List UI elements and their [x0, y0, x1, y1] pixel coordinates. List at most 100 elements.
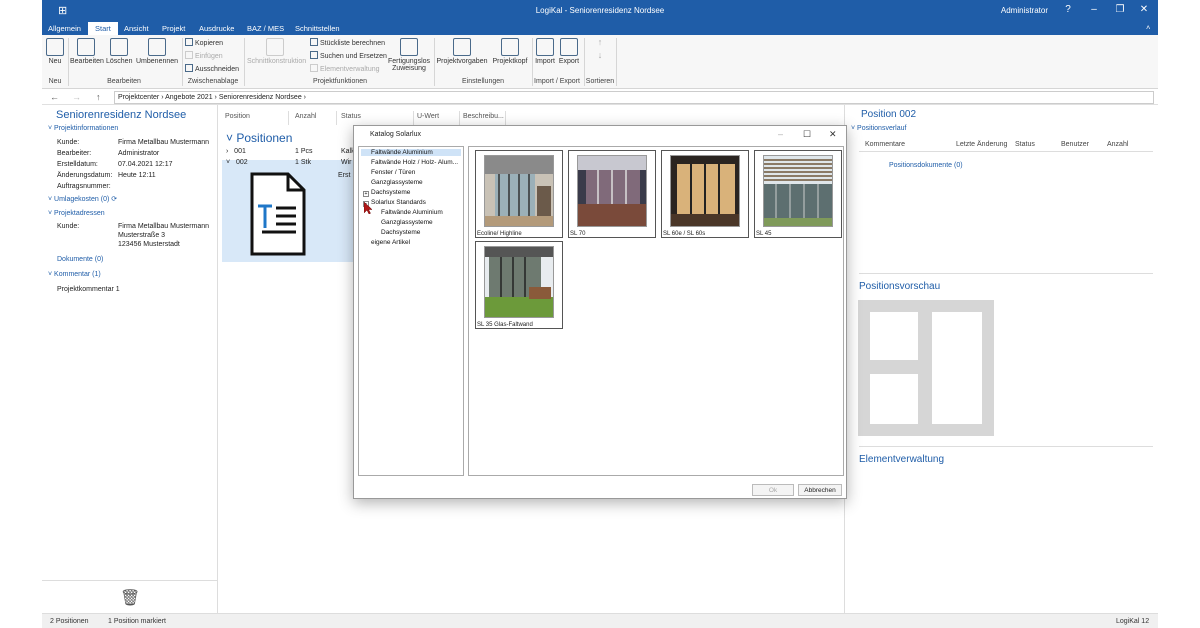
col-anzahl[interactable]: Anzahl	[295, 113, 316, 120]
import-button[interactable]: Import	[534, 38, 556, 65]
elementverwaltung-button[interactable]: Elementverwaltung	[310, 64, 380, 73]
section-projektinformationen[interactable]: ˅ Projektinformationen	[48, 125, 118, 132]
col-position[interactable]: Position	[225, 113, 250, 120]
help-button[interactable]: ?	[1060, 4, 1076, 15]
projektkopf-button[interactable]: Projektkopf	[490, 38, 530, 65]
section-projektadressen[interactable]: ˅ Projektadressen	[48, 210, 105, 217]
tree-item[interactable]: Faltwände Aluminium	[381, 209, 443, 216]
tree-item[interactable]: eigene Artikel	[371, 239, 410, 246]
tree-item[interactable]: + Dachsysteme	[363, 189, 410, 197]
tree-item[interactable]: −Solarlux Standards	[363, 199, 426, 207]
positionsdokumente-link[interactable]: Positionsdokumente (0)	[889, 162, 963, 169]
tab-ansicht[interactable]: Ansicht	[124, 24, 149, 33]
tree-item[interactable]: Faltwände Aluminium	[361, 149, 461, 156]
tree-item[interactable]: Fenster / Türen	[371, 169, 415, 176]
col-status[interactable]: Status	[341, 113, 361, 120]
tab-projekt[interactable]: Projekt	[162, 24, 185, 33]
umbenennen-button[interactable]: Umbenennen	[136, 38, 178, 65]
divider	[616, 38, 617, 86]
field-value: Heute 12:11	[118, 172, 156, 179]
user-name[interactable]: Administrator	[1001, 6, 1048, 15]
trash-icon[interactable]: 🗑	[120, 588, 140, 608]
tab-start[interactable]: Start	[88, 22, 118, 35]
projektvorgaben-button[interactable]: Projektvorgaben	[436, 38, 488, 65]
einfuegen-button[interactable]: Einfügen	[185, 51, 223, 60]
collapse-ribbon-icon[interactable]: ˄	[1146, 23, 1150, 32]
dialog-maximize-icon[interactable]: ☐	[803, 129, 811, 140]
kopieren-button[interactable]: Kopieren	[185, 38, 223, 47]
tile-caption: SL 35 Glas-Faltwand	[477, 322, 533, 328]
move-down-icon[interactable]: ↓	[594, 50, 606, 60]
restore-icon[interactable]: ❐	[1112, 4, 1128, 15]
import-label: Import	[535, 58, 555, 65]
address-line: Firma Metallbau Mustermann	[118, 223, 210, 230]
tree-item-label: Solarlux Standards	[371, 199, 426, 206]
catalog-tile[interactable]: SL 35 Glas-Faltwand	[475, 241, 563, 329]
col-anzahl[interactable]: Anzahl	[1107, 141, 1128, 148]
schnittkonstruktion-button[interactable]: Schnittkonstruktion	[247, 38, 306, 65]
close-icon[interactable]: ✕	[1136, 4, 1152, 15]
breadcrumb-projektcenter[interactable]: Projektcenter	[118, 94, 159, 101]
tree-item[interactable]: Ganzglassysteme	[381, 219, 433, 226]
table-row[interactable]: ˅ 002	[226, 159, 248, 166]
dokumente-link[interactable]: Dokumente (0)	[57, 256, 103, 263]
fertigungslos-button[interactable]: Fertigungslos Zuweisung	[388, 38, 430, 72]
breadcrumb-angebote[interactable]: Angebote 2021	[165, 94, 213, 101]
positions-heading[interactable]: ˅ Positionen	[226, 131, 292, 145]
loeschen-button[interactable]: Löschen	[106, 38, 132, 65]
tab-baz-mes[interactable]: BAZ / MES	[247, 24, 284, 33]
col-status[interactable]: Status	[1015, 141, 1035, 148]
ribbon: Neu Neu Bearbeiten Löschen Umbenennen Be…	[42, 35, 1158, 89]
group-import-export: Import / Export	[534, 78, 580, 85]
col-u-wert[interactable]: U-Wert	[417, 113, 439, 120]
dialog-close-icon[interactable]: ✕	[829, 129, 837, 140]
tab-schnittstellen[interactable]: Schnittstellen	[295, 24, 340, 33]
ausschneiden-button[interactable]: Ausschneiden	[185, 64, 239, 73]
section-positionsverlauf[interactable]: ˅ Positionsverlauf	[851, 125, 906, 132]
back-icon[interactable]: ←	[50, 92, 59, 102]
tile-caption: Ecoline/ Highline	[477, 231, 522, 237]
col-kommentare[interactable]: Kommentare	[865, 141, 905, 148]
kopieren-label: Kopieren	[195, 40, 224, 47]
bearbeiten-button[interactable]: Bearbeiten	[70, 38, 104, 65]
catalog-tile[interactable]: SL 45	[754, 150, 842, 238]
breadcrumb[interactable]: Projektcenter › Angebote 2021 › Senioren…	[114, 91, 1154, 104]
address-line: Musterstraße 3	[118, 232, 166, 239]
section-icon	[266, 38, 284, 56]
minimize-icon[interactable]: –	[1086, 4, 1102, 15]
breadcrumb-project[interactable]: Seniorenresidenz Nordsee	[219, 94, 302, 101]
section-umlagekosten[interactable]: ˅ Umlagekosten (0) ⟳	[48, 195, 117, 203]
suchen-ersetzen-button[interactable]: Suchen und Ersetzen	[310, 51, 387, 60]
tree-item[interactable]: Ganzglassysteme	[371, 179, 423, 186]
document-icon	[250, 172, 306, 256]
row-extra: Erst	[338, 172, 351, 179]
positionsvorschau-heading: Positionsvorschau	[859, 281, 941, 292]
table-row[interactable]: › 001	[226, 148, 246, 155]
col-benutzer[interactable]: Benutzer	[1061, 141, 1089, 148]
cancel-button[interactable]: Abbrechen	[798, 484, 842, 496]
forward-icon[interactable]: →	[72, 92, 81, 102]
section-kommentar[interactable]: ˅ Kommentar (1)	[48, 271, 101, 278]
tree-item-label: Dachsysteme	[371, 189, 411, 196]
dialog-minimize-icon[interactable]: –	[778, 129, 783, 139]
tree-item[interactable]: Dachsysteme	[381, 229, 420, 236]
catalog-tile[interactable]: SL 60e / SL 60s	[661, 150, 749, 238]
tab-ausdrucke[interactable]: Ausdrucke	[199, 24, 234, 33]
umlagekosten-label: Umlagekosten (0)	[54, 196, 110, 203]
col-beschreibung[interactable]: Beschreibu...	[463, 113, 504, 120]
stueckliste-button[interactable]: Stückliste berechnen	[310, 38, 385, 47]
group-zwischenablage: Zwischenablage	[187, 78, 239, 85]
export-button[interactable]: Export	[558, 38, 580, 65]
expand-icon[interactable]: +	[363, 191, 369, 197]
neu-button[interactable]: Neu	[46, 38, 64, 65]
col-letzte-aenderung[interactable]: Letzte Änderung	[956, 141, 1007, 148]
up-icon[interactable]: ↑	[96, 92, 101, 102]
catalog-tile[interactable]: Ecoline/ Highline	[475, 150, 563, 238]
catalog-tile[interactable]: SL 70	[568, 150, 656, 238]
move-up-icon[interactable]: ↑	[594, 37, 606, 47]
ok-button[interactable]: Ok	[752, 484, 794, 496]
tree-item[interactable]: Faltwände Holz / Holz- Alum...	[371, 159, 458, 166]
divider	[244, 38, 245, 86]
refresh-icon[interactable]: ⟳	[111, 196, 117, 203]
tab-allgemein[interactable]: Allgemein	[48, 24, 81, 33]
